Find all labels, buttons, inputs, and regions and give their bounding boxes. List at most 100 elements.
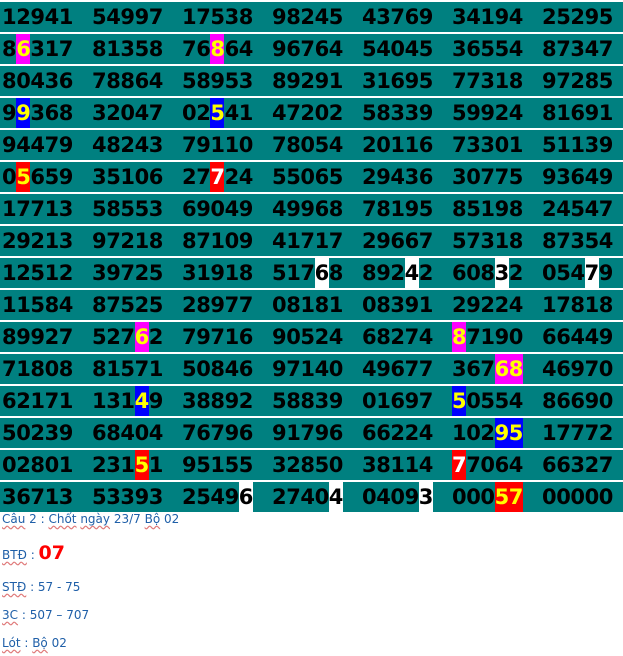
grid-digit: 8 [570, 293, 586, 317]
grid-number: 12512 [2, 258, 94, 288]
grid-digit: 2 [286, 453, 301, 477]
grid-digit: 7 [182, 325, 197, 349]
grid-digit: 3 [148, 485, 164, 509]
grid-digit: 4 [106, 5, 121, 29]
grid-digit: 1 [286, 261, 301, 285]
note-line-btd: BTĐ : 07 [2, 542, 65, 564]
grid-digit: 8 [210, 389, 226, 413]
grid-digit: 1 [44, 229, 60, 253]
grid-digit: 1 [210, 133, 226, 157]
grid-digit: 6 [238, 482, 253, 512]
grid-digit: 8 [106, 133, 121, 157]
grid-digit: 3 [404, 101, 420, 125]
lot-label: Lót [2, 636, 21, 650]
grid-digit: 4 [362, 357, 377, 381]
grid-digit: 8 [106, 421, 121, 445]
grid-digit: 4 [376, 37, 391, 61]
grid-digit: 9 [418, 5, 434, 29]
grid-digit: 9 [404, 293, 420, 317]
grid-row: 17713585536904949968781958519824547 [0, 194, 623, 224]
grid-digit: 2 [570, 5, 586, 29]
grid-number: 12941 [2, 2, 94, 32]
grid-digit: 0 [480, 453, 496, 477]
grid-digit: 5 [134, 450, 149, 480]
grid-digit: 0 [466, 485, 481, 509]
grid-digit: 8 [508, 354, 523, 384]
grid-digit: 6 [556, 389, 571, 413]
grid-digit: 3 [314, 389, 330, 413]
grid-number: 39725 [92, 258, 184, 288]
grid-number: 87525 [92, 290, 184, 320]
grid-digit: 7 [120, 325, 136, 349]
grid-digit: 5 [182, 69, 197, 93]
grid-number: 29667 [362, 226, 454, 256]
grid-number: 77318 [452, 66, 544, 96]
grid-number: 79110 [182, 130, 274, 160]
grid-digit: 2 [120, 133, 136, 157]
lot-value-word: Bộ [32, 636, 48, 650]
grid-digit: 5 [494, 37, 510, 61]
grid-digit: 6 [362, 325, 377, 349]
grid-digit: 5 [570, 197, 586, 221]
grid-row: 05659351062772455065294363077593649 [0, 162, 623, 192]
grid-number: 89291 [272, 66, 364, 96]
grid-digit: 0 [466, 389, 481, 413]
grid-digit: 6 [418, 133, 434, 157]
btd-sep: : [26, 548, 39, 562]
grid-digit: 4 [134, 133, 150, 157]
grid-digit: 1 [328, 69, 344, 93]
grid-digit: 3 [272, 453, 287, 477]
grid-digit: 8 [196, 293, 211, 317]
grid-digit: 7 [494, 165, 510, 189]
grid-digit: 1 [120, 453, 136, 477]
grid-number: 58339 [362, 98, 454, 128]
grid-number: 00000 [542, 482, 623, 512]
grid-digit: 6 [58, 69, 74, 93]
grid-digit: 9 [286, 69, 301, 93]
grid-digit: 4 [418, 421, 434, 445]
grid-digit: 1 [480, 5, 496, 29]
grid-digit: 4 [210, 485, 226, 509]
grid-digit: 7 [196, 165, 211, 189]
grid-digit: 7 [452, 450, 467, 480]
grid-digit: 6 [452, 261, 467, 285]
grid-digit: 1 [542, 421, 557, 445]
grid-digit: 9 [196, 133, 211, 157]
grid-digit: 9 [106, 261, 121, 285]
grid-digit: 3 [92, 165, 107, 189]
grid-digit: 9 [598, 165, 614, 189]
grid-digit: 8 [598, 293, 614, 317]
grid-number: 50239 [2, 418, 94, 448]
grid-number: 98245 [272, 2, 364, 32]
grid-digit: 8 [92, 293, 107, 317]
grid-digit: 5 [494, 389, 510, 413]
grid-digit: 2 [300, 69, 316, 93]
grid-digit: 3 [58, 229, 74, 253]
grid-digit: 9 [418, 101, 434, 125]
grid-number: 58953 [182, 66, 274, 96]
grid-digit: 0 [376, 133, 391, 157]
grid-digit: 9 [224, 421, 240, 445]
grid-digit: 1 [508, 133, 524, 157]
grid-row: 86317813587686496764540453655487347 [0, 34, 623, 64]
grid-digit: 8 [376, 453, 391, 477]
grid-digit: 6 [542, 453, 557, 477]
grid-number: 38114 [362, 450, 454, 480]
grid-digit: 7 [480, 165, 496, 189]
grid-digit: 7 [148, 101, 164, 125]
grid-digit: 2 [16, 389, 31, 413]
grid-digit: 6 [466, 357, 481, 381]
grid-digit: 5 [120, 197, 136, 221]
grid-digit: 3 [238, 69, 254, 93]
grid-digit: 1 [2, 261, 17, 285]
grid-digit: 6 [238, 357, 254, 381]
grid-digit: 7 [328, 229, 344, 253]
grid-digit: 8 [376, 101, 391, 125]
grid-digit: 7 [404, 357, 420, 381]
grid-digit: 7 [210, 421, 226, 445]
grid-digit: 4 [584, 165, 600, 189]
grid-digit: 9 [196, 325, 211, 349]
grid-number: 04093 [362, 482, 454, 512]
grid-digit: 2 [224, 165, 240, 189]
grid-digit: 3 [362, 453, 377, 477]
